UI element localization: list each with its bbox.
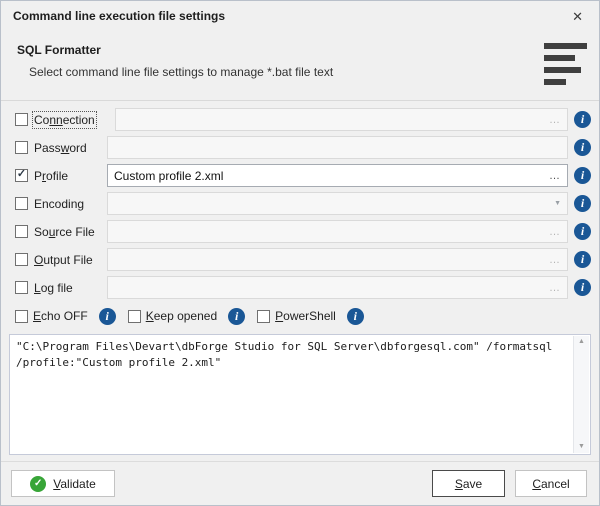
log-file-label: Log file: [34, 280, 73, 295]
browse-ellipsis-icon: …: [549, 253, 561, 266]
row-output-file: Output File … i: [15, 248, 591, 271]
output-file-field: …: [107, 248, 568, 271]
dialog-title: Command line execution file settings: [13, 9, 226, 23]
source-file-label: Source File: [34, 224, 95, 239]
row-log-file: Log file … i: [15, 276, 591, 299]
cancel-button[interactable]: Cancel: [515, 470, 587, 497]
info-icon[interactable]: i: [98, 307, 116, 325]
footer-bar: ✓ Validate Save Cancel: [1, 461, 599, 505]
check-icon: ✓: [16, 168, 27, 180]
encoding-checkbox[interactable]: [15, 197, 28, 210]
source-file-field: …: [107, 220, 568, 243]
log-file-checkbox[interactable]: [15, 281, 28, 294]
info-icon[interactable]: i: [574, 251, 591, 268]
row-source-file: Source File … i: [15, 220, 591, 243]
source-file-checkbox[interactable]: [15, 225, 28, 238]
row-connection: Connection … i: [15, 108, 591, 131]
keep-opened-label: Keep opened: [145, 309, 218, 323]
echo-off-checkbox[interactable]: [15, 309, 28, 323]
info-icon[interactable]: i: [574, 111, 591, 128]
keep-opened-checkbox[interactable]: [127, 309, 141, 323]
info-icon[interactable]: i: [574, 223, 591, 240]
close-icon[interactable]: ✕: [568, 8, 587, 25]
scroll-down-icon[interactable]: ▼: [578, 443, 585, 451]
validate-label: Validate: [53, 476, 96, 491]
echo-off-label: Echo OFF: [33, 309, 88, 323]
dropdown-arrow-icon: ▼: [554, 200, 561, 207]
password-field: [107, 136, 568, 159]
encoding-label: Encoding: [34, 196, 85, 211]
info-icon[interactable]: i: [574, 195, 591, 212]
profile-field: …: [107, 164, 568, 187]
row-profile: ✓ Profile … i: [15, 164, 591, 187]
info-icon[interactable]: i: [228, 307, 246, 325]
connection-checkbox[interactable]: [15, 113, 28, 126]
profile-label: Profile: [34, 168, 69, 183]
powershell-label: PowerShell: [275, 309, 336, 323]
settings-form: Connection … i Password i ✓ Profile …: [1, 101, 599, 334]
connection-label[interactable]: Connection: [32, 110, 97, 129]
validate-check-icon: ✓: [30, 475, 47, 492]
profile-input[interactable]: [114, 166, 549, 185]
output-file-checkbox[interactable]: [15, 253, 28, 266]
title-bar: Command line execution file settings ✕: [1, 1, 599, 31]
encoding-dropdown: ▼: [107, 192, 568, 215]
validate-button[interactable]: ✓ Validate: [11, 470, 115, 497]
command-line-settings-dialog: Command line execution file settings ✕ S…: [0, 0, 600, 506]
scrollbar[interactable]: ▲ ▼: [573, 336, 589, 453]
log-file-field: …: [107, 276, 568, 299]
password-checkbox[interactable]: [15, 141, 28, 154]
option-powershell: PowerShell i: [257, 307, 364, 325]
info-icon[interactable]: i: [346, 307, 364, 325]
browse-ellipsis-icon: …: [549, 225, 561, 238]
powershell-checkbox[interactable]: [257, 309, 271, 323]
header-title: SQL Formatter: [17, 43, 101, 57]
save-button[interactable]: Save: [432, 470, 505, 497]
sql-formatter-lines-icon: [544, 43, 588, 87]
option-echo-off: Echo OFF i: [15, 307, 116, 325]
dialog-header: SQL Formatter Select command line file s…: [1, 31, 599, 101]
info-icon[interactable]: i: [574, 139, 591, 156]
connection-field: …: [114, 108, 568, 131]
browse-ellipsis-icon: …: [549, 113, 561, 126]
scroll-up-icon[interactable]: ▲: [578, 338, 585, 346]
row-encoding: Encoding ▼ i: [15, 192, 591, 215]
browse-ellipsis-icon: …: [549, 281, 561, 294]
info-icon[interactable]: i: [574, 279, 591, 296]
browse-ellipsis-icon[interactable]: …: [549, 170, 561, 181]
option-keep-opened: Keep opened i: [127, 307, 246, 325]
header-subtitle: Select command line file settings to man…: [29, 65, 334, 79]
password-label: Password: [34, 140, 87, 155]
row-password: Password i: [15, 136, 591, 159]
command-preview-box[interactable]: "C:\Program Files\Devart\dbForge Studio …: [9, 334, 591, 455]
output-file-label: Output File: [34, 252, 93, 267]
options-row: Echo OFF i Keep opened i PowerShell i: [15, 304, 591, 328]
profile-checkbox[interactable]: ✓: [15, 169, 28, 182]
command-text[interactable]: "C:\Program Files\Devart\dbForge Studio …: [16, 339, 568, 450]
info-icon[interactable]: i: [574, 167, 591, 184]
